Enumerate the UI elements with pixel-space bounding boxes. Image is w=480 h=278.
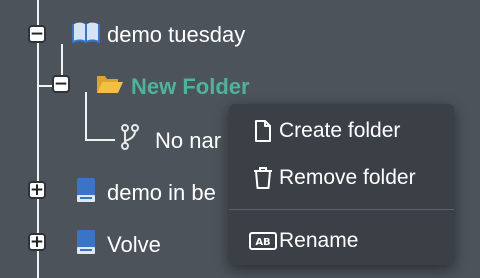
tree-node-label[interactable]: demo tuesday (107, 22, 245, 48)
collapse-toggle[interactable]: − (28, 25, 46, 43)
blue-book-icon (76, 177, 96, 208)
file-icon (243, 119, 283, 143)
create-folder-menu-item[interactable]: Create folder (229, 108, 454, 154)
tree-connector (85, 139, 115, 141)
remove-folder-label: Remove folder (279, 166, 416, 189)
tree-node-label-selected[interactable]: New Folder (131, 74, 250, 100)
tree-node-label[interactable]: No nar (155, 128, 221, 154)
remove-folder-menu-item[interactable]: Remove folder (229, 155, 454, 201)
menu-divider (229, 209, 454, 210)
rename-menu-item[interactable]: AB Rename (229, 218, 454, 264)
expand-toggle[interactable]: + (28, 233, 46, 251)
trash-icon (243, 166, 283, 190)
book-icon (72, 20, 100, 49)
folder-open-icon (96, 73, 124, 100)
expand-toggle[interactable]: + (28, 181, 46, 199)
collapse-toggle[interactable]: − (52, 75, 70, 93)
rename-label: Rename (279, 229, 359, 252)
svg-text:AB: AB (255, 237, 270, 248)
branch-icon (120, 124, 140, 155)
tree-node-label[interactable]: Volve (107, 232, 161, 258)
ab-rename-icon: AB (243, 232, 283, 250)
blue-book-icon (76, 229, 96, 260)
create-folder-label: Create folder (279, 119, 401, 142)
tree-node-label[interactable]: demo in be (107, 180, 216, 206)
context-menu: Create folder Remove folder AB Rename (229, 104, 454, 265)
tree-connector (85, 92, 87, 140)
